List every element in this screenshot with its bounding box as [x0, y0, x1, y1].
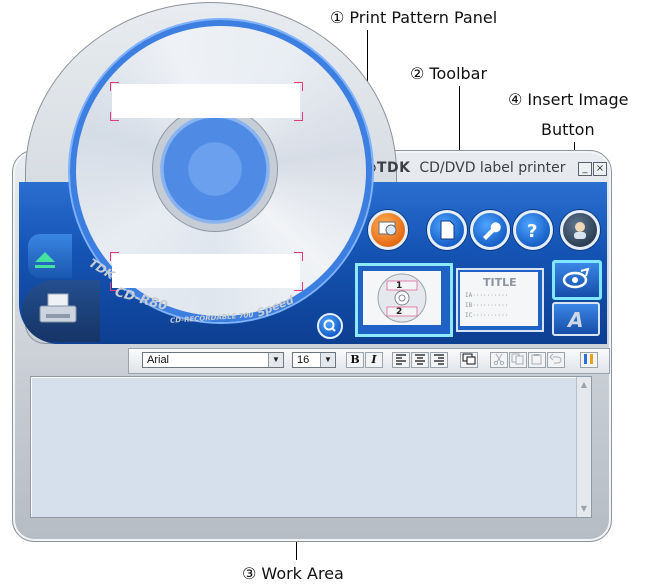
- crop-mark: [294, 82, 303, 91]
- help-icon: ?: [527, 221, 537, 241]
- work-area[interactable]: ▲ ▼: [30, 376, 592, 518]
- zoom-icon: [323, 319, 336, 332]
- undo-icon: [549, 353, 562, 364]
- eject-icon: [35, 252, 55, 262]
- insert-image-icon: [562, 267, 590, 289]
- brand-name: TDK: [376, 160, 411, 176]
- layout-button[interactable]: [368, 210, 408, 250]
- chevron-down-icon: ▼: [268, 353, 283, 367]
- font-select[interactable]: Arial ▼: [142, 352, 284, 368]
- annotation-insert-image-line2: Button: [541, 120, 595, 139]
- new-button[interactable]: [427, 210, 467, 250]
- window-title: CD/DVD label printer: [419, 160, 566, 176]
- user-icon: [574, 222, 586, 239]
- printer-icon: [39, 293, 77, 323]
- crop-mark: [294, 112, 303, 121]
- align-center-icon: [415, 354, 425, 365]
- font-select-value: Arial: [147, 354, 170, 366]
- crop-mark: [110, 82, 119, 91]
- help-button[interactable]: ?: [513, 210, 553, 250]
- bold-button[interactable]: B: [346, 352, 364, 368]
- settings-wrench-icon: [483, 222, 501, 240]
- minimize-button[interactable]: _: [578, 162, 592, 176]
- title-layout-line: IA··········: [465, 292, 509, 299]
- text-insert-button[interactable]: A: [552, 302, 600, 336]
- cd-label-text-box-top[interactable]: [112, 84, 300, 118]
- cut-button[interactable]: [490, 352, 508, 368]
- app-title: ⊛TDK CD/DVD label printer: [366, 160, 566, 176]
- scroll-up-icon[interactable]: ▲: [578, 379, 590, 391]
- annotation-work-area: ③ Work Area: [242, 564, 344, 583]
- svg-text:?: ?: [527, 221, 537, 241]
- user-button[interactable]: [560, 210, 600, 250]
- print-pattern-label-1: 1: [396, 281, 403, 291]
- text-box-icon: [462, 353, 476, 365]
- font-size-value: 16: [297, 354, 310, 366]
- print-pattern-label-2: 2: [396, 307, 403, 317]
- copy-icon: [511, 353, 524, 365]
- undo-button[interactable]: [547, 352, 565, 368]
- cut-icon: [493, 353, 505, 366]
- paste-button[interactable]: [528, 352, 546, 368]
- properties-icon: [584, 354, 593, 364]
- close-button[interactable]: ×: [593, 162, 607, 176]
- annotation-print-pattern-panel: ① Print Pattern Panel: [330, 8, 498, 27]
- new-document-icon: [440, 220, 455, 240]
- crop-mark: [294, 252, 303, 261]
- text-insert-icon: A: [566, 308, 583, 331]
- annotation-toolbar: ② Toolbar: [410, 64, 488, 83]
- title-layout-line: IB··········: [465, 302, 509, 309]
- italic-button[interactable]: I: [365, 352, 383, 368]
- copy-button[interactable]: [509, 352, 527, 368]
- crop-mark: [110, 252, 119, 261]
- settings-button[interactable]: [470, 210, 510, 250]
- text-box-button[interactable]: [460, 352, 478, 368]
- work-area-scrollbar[interactable]: ▲ ▼: [576, 377, 591, 517]
- align-center-button[interactable]: [411, 352, 429, 368]
- cd-label-text-box-bottom[interactable]: [112, 254, 300, 288]
- zoom-button[interactable]: [317, 313, 343, 339]
- cd-hub: [152, 106, 278, 232]
- insert-image-button[interactable]: [552, 260, 602, 300]
- chevron-down-icon: ▼: [320, 353, 335, 367]
- align-right-icon: [434, 354, 444, 365]
- crop-mark: [294, 282, 303, 291]
- scroll-down-icon[interactable]: ▼: [578, 503, 590, 515]
- svg-text:A: A: [566, 308, 583, 331]
- align-left-button[interactable]: [392, 352, 410, 368]
- paste-icon: [531, 354, 542, 365]
- title-layout-line: IC··········: [465, 312, 509, 319]
- font-size-select[interactable]: 16 ▼: [292, 352, 336, 368]
- title-layout-title: TITLE: [483, 276, 517, 289]
- crop-mark: [110, 112, 119, 121]
- align-left-icon: [396, 354, 406, 365]
- annotation-insert-image-line1: ④ Insert Image: [508, 90, 629, 109]
- eject-icon-bar: [35, 265, 55, 268]
- align-right-button[interactable]: [430, 352, 448, 368]
- layout-icon: [378, 221, 397, 236]
- properties-button[interactable]: [580, 352, 598, 368]
